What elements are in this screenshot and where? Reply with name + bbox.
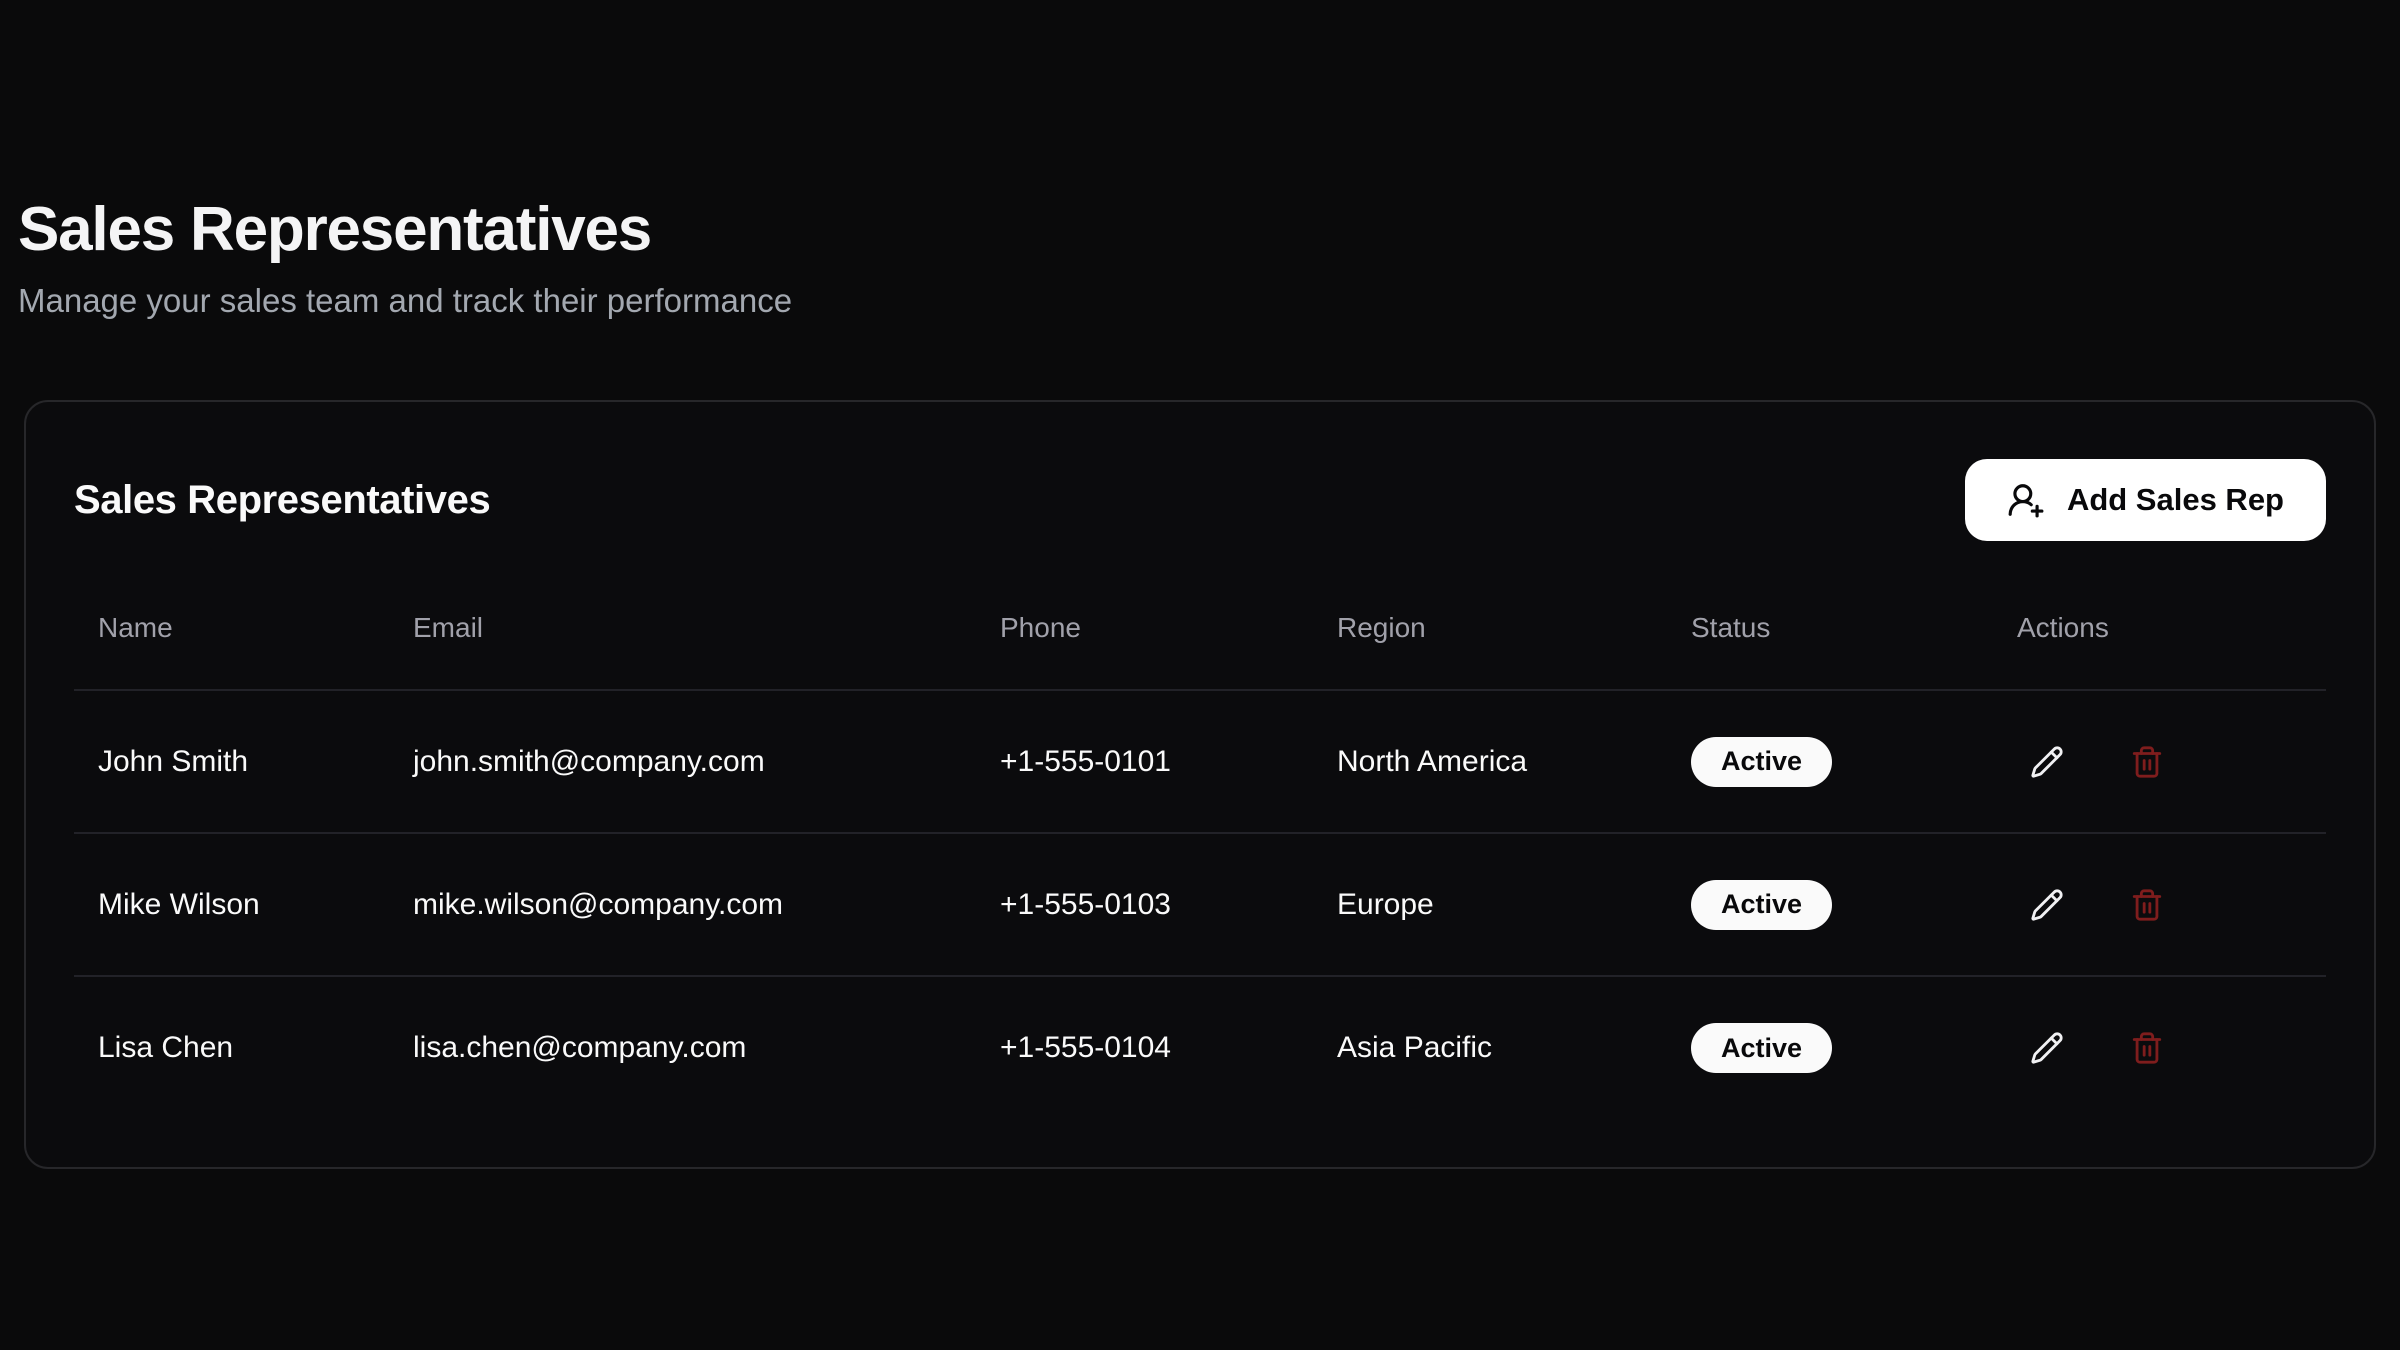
table-row: Mike Wilson mike.wilson@company.com +1-5…: [74, 833, 2326, 976]
cell-status: Active: [1667, 690, 1993, 833]
table-row: Lisa Chen lisa.chen@company.com +1-555-0…: [74, 976, 2326, 1119]
page: Sales Representatives Manage your sales …: [0, 0, 2400, 1169]
status-badge: Active: [1691, 737, 1832, 787]
cell-name: Lisa Chen: [74, 976, 389, 1119]
cell-actions: [1993, 976, 2326, 1119]
column-header-actions: Actions: [1993, 566, 2326, 690]
cell-actions: [1993, 833, 2326, 976]
table-row: John Smith john.smith@company.com +1-555…: [74, 690, 2326, 833]
table-header-row: Name Email Phone Region Status Actions: [74, 566, 2326, 690]
cell-actions: [1993, 690, 2326, 833]
card-header: Sales Representatives Add Sales Rep: [74, 450, 2326, 550]
trash-icon: [2130, 1031, 2164, 1065]
row-actions: [2017, 875, 2302, 935]
card-title: Sales Representatives: [74, 478, 490, 523]
status-badge: Active: [1691, 880, 1832, 930]
status-badge: Active: [1691, 1023, 1832, 1073]
cell-email: lisa.chen@company.com: [389, 976, 976, 1119]
user-plus-icon: [2007, 481, 2045, 519]
cell-status: Active: [1667, 833, 1993, 976]
column-header-status: Status: [1667, 566, 1993, 690]
edit-button[interactable]: [2017, 732, 2077, 792]
cell-email: john.smith@company.com: [389, 690, 976, 833]
cell-email: mike.wilson@company.com: [389, 833, 976, 976]
edit-button[interactable]: [2017, 875, 2077, 935]
delete-button[interactable]: [2117, 732, 2177, 792]
sales-reps-card: Sales Representatives Add Sales Rep: [24, 400, 2376, 1169]
cell-region: Asia Pacific: [1313, 976, 1667, 1119]
add-sales-rep-button-label: Add Sales Rep: [2067, 482, 2284, 518]
page-title: Sales Representatives: [18, 196, 2376, 264]
delete-button[interactable]: [2117, 1018, 2177, 1078]
cell-phone: +1-555-0104: [976, 976, 1313, 1119]
cell-status: Active: [1667, 976, 1993, 1119]
column-header-phone: Phone: [976, 566, 1313, 690]
column-header-email: Email: [389, 566, 976, 690]
cell-name: John Smith: [74, 690, 389, 833]
trash-icon: [2130, 888, 2164, 922]
delete-button[interactable]: [2117, 875, 2177, 935]
trash-icon: [2130, 745, 2164, 779]
page-subtitle: Manage your sales team and track their p…: [18, 278, 2376, 323]
column-header-region: Region: [1313, 566, 1667, 690]
row-actions: [2017, 732, 2302, 792]
cell-phone: +1-555-0101: [976, 690, 1313, 833]
column-header-name: Name: [74, 566, 389, 690]
table-header: Name Email Phone Region Status Actions: [74, 566, 2326, 690]
add-sales-rep-button[interactable]: Add Sales Rep: [1965, 459, 2326, 541]
cell-name: Mike Wilson: [74, 833, 389, 976]
page-header: Sales Representatives Manage your sales …: [18, 196, 2376, 323]
table-body: John Smith john.smith@company.com +1-555…: [74, 690, 2326, 1119]
sales-reps-table: Name Email Phone Region Status Actions J…: [74, 566, 2326, 1119]
cell-region: Europe: [1313, 833, 1667, 976]
row-actions: [2017, 1018, 2302, 1078]
pencil-icon: [2030, 1031, 2064, 1065]
edit-button[interactable]: [2017, 1018, 2077, 1078]
pencil-icon: [2030, 888, 2064, 922]
cell-region: North America: [1313, 690, 1667, 833]
cell-phone: +1-555-0103: [976, 833, 1313, 976]
pencil-icon: [2030, 745, 2064, 779]
